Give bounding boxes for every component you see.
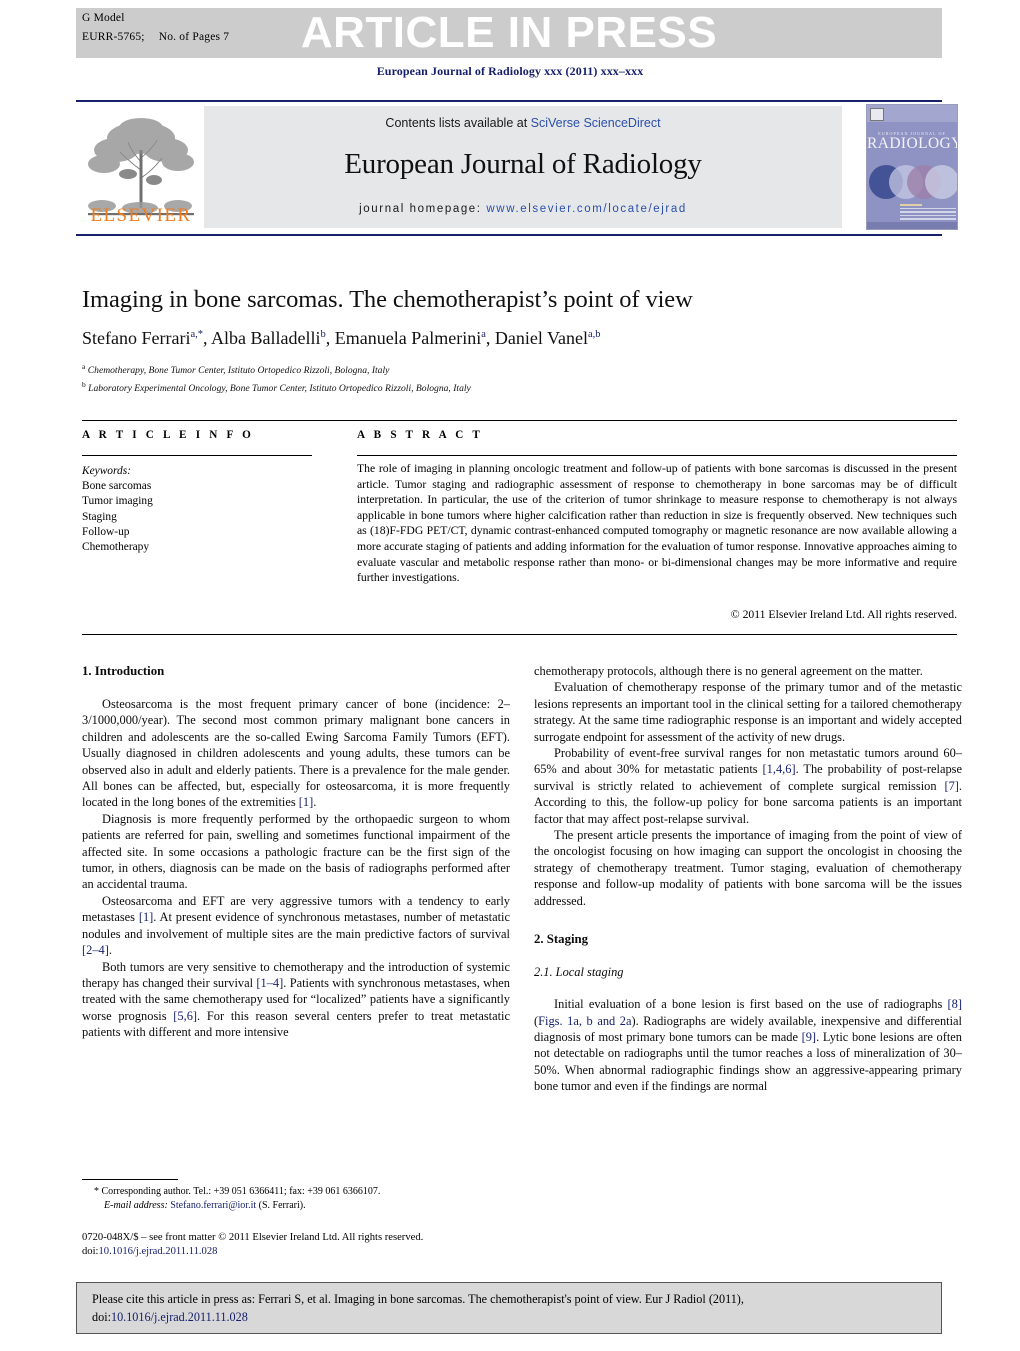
cover-bottom-bar	[867, 222, 957, 229]
body-column-left: 1. Introduction Osteosarcoma is the most…	[82, 663, 510, 1041]
corresponding-author-line: * Corresponding author. Tel.: +39 051 63…	[94, 1186, 381, 1197]
author-name: Alba Balladelli	[211, 328, 321, 348]
keyword-item: Bone sarcomas	[82, 480, 152, 493]
article-info-heading: A R T I C L E I N F O	[82, 429, 255, 441]
body-paragraph: The present article presents the importa…	[534, 828, 962, 908]
cover-journal-big: RADIOLOGY	[867, 135, 958, 152]
cover-circle-4	[925, 165, 957, 199]
affiliation-text: Laboratory Experimental Oncology, Bone T…	[88, 383, 471, 395]
page-title: Imaging in bone sarcomas. The chemothera…	[82, 286, 693, 313]
corresponding-author-footnote: * Corresponding author. Tel.: +39 051 63…	[82, 1185, 512, 1212]
corresponding-author-email[interactable]: Stefano.ferrari@ior.it	[170, 1200, 256, 1211]
elsevier-wordmark: ELSEVIER	[90, 205, 192, 226]
body-paragraph: Osteosarcoma is the most frequent primar…	[82, 697, 510, 810]
body-paragraph: Evaluation of chemotherapy response of t…	[534, 680, 962, 744]
journal-homepage-url[interactable]: www.elsevier.com/locate/ejrad	[486, 203, 686, 215]
author-name: Emanuela Palmerini	[334, 328, 482, 348]
author-name: Daniel Vanel	[494, 328, 589, 348]
abstract-heading-rule	[357, 455, 957, 456]
email-suffix: (S. Ferrari).	[258, 1199, 306, 1211]
abstract-heading: A B S T R A C T	[357, 429, 484, 441]
body-paragraph: chemotherapy protocols, although there i…	[534, 664, 923, 678]
author-name: Stefano Ferrari	[82, 328, 191, 348]
author-marks: a	[481, 329, 486, 340]
body-column-right: chemotherapy protocols, although there i…	[534, 663, 962, 1095]
keywords-label: Keywords:	[82, 465, 131, 477]
affiliation-item: a Chemotherapy, Bone Tumor Center, Istit…	[82, 360, 912, 378]
article-id-label: EURR-5765;	[82, 31, 145, 43]
doi-label: doi:	[82, 1246, 99, 1257]
contents-prefix: Contents lists available at	[385, 116, 531, 130]
affiliation-mark: a	[82, 362, 86, 371]
keyword-item: Follow-up	[82, 525, 130, 538]
author-marks: a,b	[588, 329, 601, 340]
contents-available-line: Contents lists available at SciVerse Sci…	[204, 116, 842, 130]
citation-doi-label: doi:	[92, 1309, 111, 1324]
email-address-label: E-mail address:	[104, 1199, 168, 1211]
keywords-block: Keywords: Bone sarcomas Tumor imaging St…	[82, 464, 312, 555]
front-matter-block: 0720-048X/$ – see front matter © 2011 El…	[82, 1231, 522, 1259]
affiliation-item: b Laboratory Experimental Oncology, Bone…	[82, 378, 912, 396]
section-heading-staging: 2. Staging	[534, 932, 589, 947]
affiliation-mark: b	[82, 380, 86, 390]
g-model-block: G Model EURR-5765; No. of Pages 7	[82, 12, 229, 43]
article-page: ARTICLE IN PRESS G Model EURR-5765; No. o…	[0, 0, 1020, 1351]
author-list: Stefano Ferraria,*, Alba Balladellib, Em…	[82, 328, 601, 348]
keyword-item: Tumor imaging	[82, 495, 153, 508]
abstract-bottom-rule	[82, 634, 957, 635]
journal-cover-thumbnail: EUROPEAN JOURNAL OF RADIOLOGY	[866, 104, 958, 230]
section-heading-introduction: 1. Introduction	[82, 664, 165, 678]
keyword-item: Chemotherapy	[82, 541, 150, 554]
info-heading-rule	[82, 455, 312, 456]
page-count-label: No. of Pages 7	[158, 31, 230, 43]
journal-homepage-line: journal homepage: www.elsevier.com/locat…	[204, 203, 842, 215]
body-paragraph: Initial evaluation of a bone lesion is f…	[534, 997, 963, 1094]
author-marks: b	[320, 329, 326, 340]
body-paragraph: Both tumors are very sensitive to chemot…	[82, 959, 510, 1040]
body-paragraph: Osteosarcoma and EFT are very aggressive…	[82, 893, 510, 958]
affiliation-list: a Chemotherapy, Bone Tumor Center, Istit…	[82, 360, 912, 396]
masthead-bottom-rule	[76, 234, 942, 236]
citation-doi-value[interactable]: 10.1016/j.ejrad.2011.11.028	[111, 1310, 248, 1324]
affiliation-text: Chemotherapy, Bone Tumor Center, Istitut…	[87, 365, 390, 377]
journal-reference-line: European Journal of Radiology xxx (2011)…	[376, 64, 644, 78]
cover-publisher-mark	[870, 108, 884, 121]
doi-value[interactable]: 10.1016/j.ejrad.2011.11.028	[98, 1246, 217, 1257]
abstract-copyright: © 2011 Elsevier Ireland Ltd. All rights …	[730, 608, 957, 621]
keyword-item: Staging	[82, 510, 117, 523]
g-model-label: G Model	[82, 12, 125, 24]
masthead-top-rule	[76, 100, 942, 102]
front-matter-line: 0720-048X/$ – see front matter © 2011 El…	[82, 1232, 424, 1243]
citation-text: Please cite this article in press as: Fe…	[92, 1291, 930, 1326]
info-section-top-rule	[82, 420, 957, 421]
author-marks: a,*	[190, 329, 204, 340]
body-paragraph: Diagnosis is more frequently performed b…	[82, 811, 510, 892]
citation-sentence: Please cite this article in press as: Fe…	[92, 1292, 744, 1306]
subsection-heading-local-staging: 2.1. Local staging	[534, 965, 624, 980]
footnote-rule	[82, 1179, 178, 1180]
abstract-text: The role of imaging in planning oncologi…	[357, 462, 957, 585]
journal-title: European Journal of Radiology	[344, 148, 702, 180]
sciencedirect-link[interactable]: SciVerse ScienceDirect	[531, 116, 661, 130]
homepage-prefix: journal homepage:	[359, 203, 487, 215]
body-paragraph: Probability of event-free survival range…	[534, 746, 962, 826]
